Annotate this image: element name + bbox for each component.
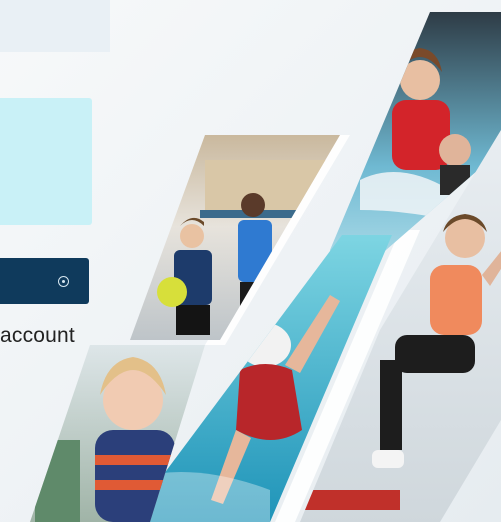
- photo-collage: [30, 12, 501, 522]
- login-page: account: [0, 0, 501, 522]
